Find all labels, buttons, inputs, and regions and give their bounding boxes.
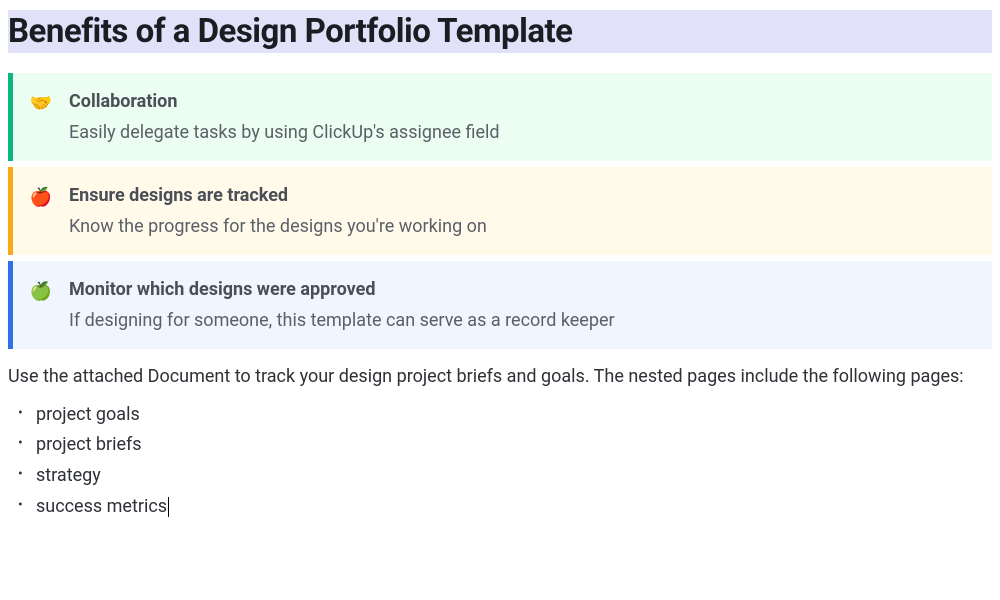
list-item-text: success metrics	[36, 496, 167, 517]
page-title[interactable]: Benefits of a Design Portfolio Template	[8, 10, 992, 53]
callout-ensure-tracked[interactable]: 🍎 Ensure designs are tracked Know the pr…	[8, 167, 992, 255]
nested-pages-list[interactable]: project goals project briefs strategy su…	[8, 400, 992, 522]
list-item[interactable]: strategy	[36, 461, 992, 492]
callout-title: Ensure designs are tracked	[69, 185, 972, 206]
callout-title: Monitor which designs were approved	[69, 279, 972, 300]
text-cursor	[168, 497, 169, 517]
callout-description: If designing for someone, this template …	[69, 310, 972, 331]
callout-title: Collaboration	[69, 91, 972, 112]
list-item[interactable]: project briefs	[36, 430, 992, 461]
green-apple-icon: 🍏	[13, 279, 69, 302]
callout-collaboration[interactable]: 🤝 Collaboration Easily delegate tasks by…	[8, 73, 992, 161]
list-item[interactable]: project goals	[36, 400, 992, 431]
list-item[interactable]: success metrics	[36, 492, 992, 523]
callout-description: Easily delegate tasks by using ClickUp's…	[69, 122, 972, 143]
callout-monitor-approved[interactable]: 🍏 Monitor which designs were approved If…	[8, 261, 992, 349]
callout-body: Ensure designs are tracked Know the prog…	[69, 185, 972, 237]
red-apple-icon: 🍎	[13, 185, 69, 208]
intro-paragraph[interactable]: Use the attached Document to track your …	[8, 363, 992, 392]
callout-description: Know the progress for the designs you're…	[69, 216, 972, 237]
handshake-icon: 🤝	[13, 91, 69, 114]
callout-body: Monitor which designs were approved If d…	[69, 279, 972, 331]
callout-body: Collaboration Easily delegate tasks by u…	[69, 91, 972, 143]
